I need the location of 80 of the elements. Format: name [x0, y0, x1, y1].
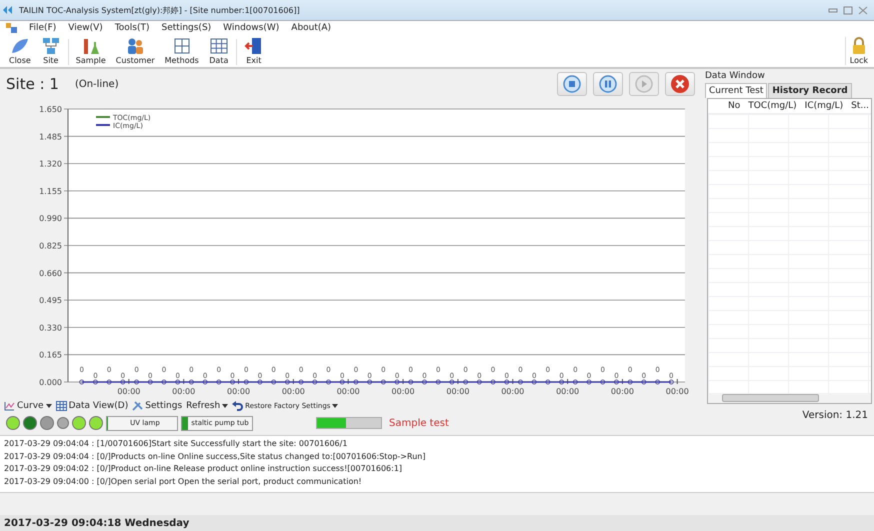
- column-header: No: [728, 101, 740, 111]
- log-entry: 2017-03-29 09:04:04 : [1/00701606]Start site Successfully start the site: 00701606/1: [4, 438, 348, 450]
- toolbar-button[interactable]: Data: [206, 37, 232, 65]
- log-entry: 2017-03-29 09:04:00 : [0/]Open serial port Open the serial port, product communication!: [4, 476, 363, 488]
- grid-icon: [172, 37, 192, 55]
- padlock-icon: [852, 37, 866, 55]
- y-axis-label: 1.320: [39, 160, 62, 169]
- x-axis-label: 00:00: [392, 387, 415, 396]
- menu-item[interactable]: File(F): [29, 23, 56, 33]
- menu-item[interactable]: Windows(W): [223, 23, 280, 33]
- x-axis-label: 00:00: [501, 387, 524, 396]
- toolbar-button[interactable]: Close: [6, 37, 34, 65]
- x-axis-label: 00:00: [117, 387, 140, 396]
- column-header: St...: [851, 101, 869, 111]
- x-axis-label: 00:00: [666, 387, 689, 396]
- log-entry: 2017-03-29 09:04:04 : [0/]Products on-line Online success,Site status changed to:[00701606:Stop->Run]: [4, 450, 426, 463]
- y-axis-label: 0.660: [39, 268, 62, 278]
- menu-item[interactable]: Tools(T): [114, 23, 150, 33]
- toolbar-button[interactable]: Site: [38, 37, 64, 65]
- site-status: (On-line): [74, 78, 119, 90]
- y-axis-label: 0.000: [39, 378, 62, 387]
- maximize-icon[interactable]: [843, 6, 853, 14]
- x-axis-label: 00:00: [172, 387, 196, 396]
- toolbar-button[interactable]: Methods: [162, 37, 202, 65]
- x-axis-label: 00:00: [610, 387, 634, 396]
- table-icon: [208, 37, 229, 55]
- line-chart-icon: [4, 401, 15, 411]
- y-axis-label: 1.155: [39, 186, 62, 196]
- log-entry: 2017-03-29 09:04:02 : [0/]Product on-line Release product online instruction success![00701606:1]: [4, 463, 404, 475]
- lock-button[interactable]: Lock: [844, 37, 872, 65]
- cancel-button[interactable]: [665, 72, 695, 96]
- column-header: IC(mg/L): [804, 101, 844, 111]
- chart-toolbar-button[interactable]: Curve: [4, 401, 52, 411]
- chart-toolbar-button[interactable]: Refresh: [186, 401, 228, 411]
- people-icon: [125, 37, 146, 55]
- menu-item[interactable]: View(V): [68, 23, 103, 33]
- y-axis-label: 1.650: [39, 105, 62, 114]
- status-bar-text: 2017-03-29 09:04:18 Wednesday: [4, 518, 190, 528]
- stop-icon: [563, 75, 581, 93]
- network-icon: [40, 37, 61, 55]
- app-menu-icon[interactable]: [6, 23, 17, 33]
- pause-button[interactable]: [593, 72, 623, 96]
- cancel-icon: [670, 74, 690, 94]
- toolbar-button[interactable]: Exit: [240, 37, 267, 65]
- x-axis-label: 00:00: [446, 387, 470, 396]
- y-axis-label: 0.495: [39, 296, 62, 306]
- menu-item[interactable]: Settings(S): [162, 23, 212, 33]
- door-icon: [244, 37, 264, 55]
- horizontal-scrollbar[interactable]: [708, 393, 871, 403]
- y-axis-label: 0.825: [39, 242, 62, 250]
- leaf-icon: [10, 37, 30, 55]
- y-axis-label: 0.990: [39, 214, 62, 224]
- y-axis-label: 0.165: [39, 350, 62, 360]
- undo-icon: [232, 401, 244, 411]
- pause-icon: [599, 75, 617, 93]
- chart-toolbar-button[interactable]: Data View(D): [56, 401, 128, 411]
- x-axis-label: 00:00: [336, 387, 360, 396]
- menu-item[interactable]: About(A): [291, 23, 332, 33]
- x-axis-label: 00:00: [227, 387, 250, 396]
- y-axis-label: 1.485: [39, 132, 62, 142]
- app-icon: [2, 5, 14, 15]
- tab[interactable]: History Record: [768, 83, 852, 98]
- toolbar-button[interactable]: Customer: [112, 37, 158, 65]
- site-label: Site : 1: [6, 75, 59, 93]
- x-axis-label: 00:00: [556, 387, 580, 396]
- chart-toolbar-button[interactable]: Settings: [132, 401, 182, 411]
- panel-title: Data Window: [705, 71, 766, 81]
- tab[interactable]: Current Test: [705, 83, 768, 98]
- column-header: TOC(mg/L): [748, 101, 797, 111]
- stop-button[interactable]: [557, 72, 587, 96]
- x-axis-label: 00:00: [282, 387, 305, 396]
- table-icon: [56, 401, 67, 411]
- minimize-icon[interactable]: [828, 6, 838, 14]
- progress-label: Sample test: [389, 418, 449, 428]
- window-title: TAILIN TOC-Analysis System[zt(gly):邦婷] - [Site number:1[00701606]]: [19, 4, 300, 16]
- play-icon: [635, 75, 653, 93]
- toolbar-button[interactable]: Sample: [72, 37, 109, 65]
- close-icon[interactable]: [858, 6, 868, 14]
- y-axis-label: 0.330: [39, 323, 62, 332]
- version-label: Version: 1.21: [801, 409, 869, 421]
